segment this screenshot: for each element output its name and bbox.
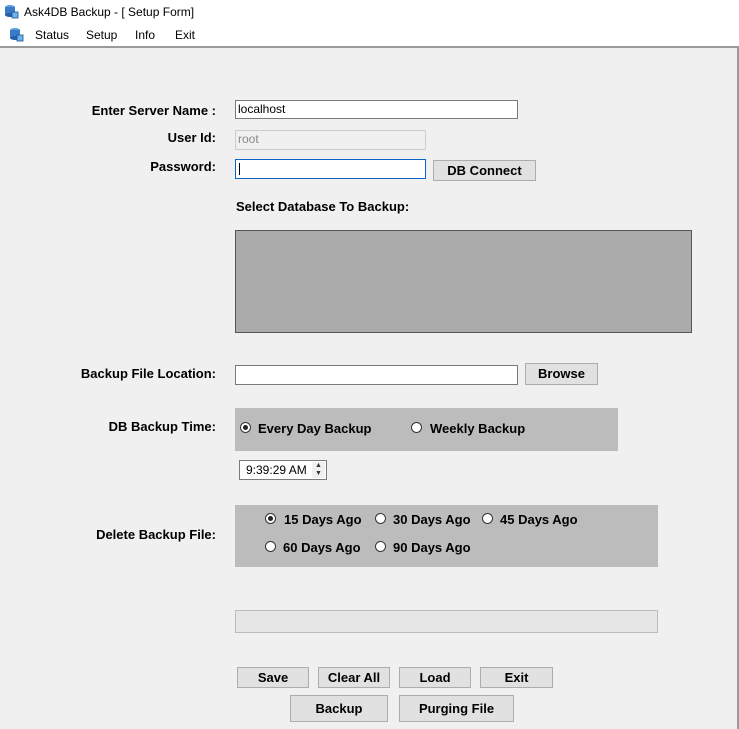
password-label: Password: [150, 159, 216, 174]
delete-15-label[interactable]: 15 Days Ago [284, 512, 362, 527]
delete-30-label[interactable]: 30 Days Ago [393, 512, 471, 527]
backup-location-label: Backup File Location: [80, 366, 216, 381]
delete-backup-label: Delete Backup File: [96, 527, 216, 542]
menu-setup[interactable]: Setup [86, 28, 117, 42]
backup-location-input[interactable] [235, 365, 518, 385]
password-input[interactable] [235, 159, 426, 179]
delete-60-label[interactable]: 60 Days Ago [283, 540, 361, 555]
app-database-icon [4, 4, 19, 19]
weekly-radio[interactable] [411, 422, 422, 433]
window-title: Ask4DB Backup - [ Setup Form] [24, 5, 195, 19]
time-value: 9:39:29 AM [246, 463, 307, 477]
delete-15-radio[interactable] [265, 513, 276, 524]
every-day-radio[interactable] [240, 422, 251, 433]
backup-time-label: DB Backup Time: [108, 419, 216, 434]
exit-button[interactable]: Exit [480, 667, 553, 688]
browse-button[interactable]: Browse [525, 363, 598, 385]
menu-info[interactable]: Info [135, 28, 155, 42]
purging-file-button[interactable]: Purging File [399, 695, 514, 722]
select-database-label: Select Database To Backup: [236, 199, 410, 214]
delete-45-label[interactable]: 45 Days Ago [500, 512, 578, 527]
menu-exit[interactable]: Exit [175, 28, 195, 42]
db-connect-button[interactable]: DB Connect [433, 160, 536, 181]
user-id-label: User Id: [167, 130, 216, 145]
backup-time-picker[interactable]: 9:39:29 AM ▲ ▼ [239, 460, 327, 480]
weekly-label[interactable]: Weekly Backup [430, 421, 525, 436]
server-name-label: Enter Server Name : [91, 103, 216, 118]
delete-90-radio[interactable] [375, 541, 386, 552]
progress-bar [235, 610, 658, 633]
clear-all-button[interactable]: Clear All [318, 667, 390, 688]
backup-button[interactable]: Backup [290, 695, 388, 722]
every-day-label[interactable]: Every Day Backup [258, 421, 371, 436]
menu-separator [0, 46, 739, 48]
delete-60-radio[interactable] [265, 541, 276, 552]
spin-up-icon[interactable]: ▲ [312, 462, 325, 470]
text-caret [239, 163, 240, 175]
delete-90-label[interactable]: 90 Days Ago [393, 540, 471, 555]
user-id-input[interactable]: root [235, 130, 426, 150]
database-listbox[interactable] [235, 230, 692, 333]
menu-status[interactable]: Status [35, 28, 69, 42]
spin-down-icon[interactable]: ▼ [312, 470, 325, 478]
save-button[interactable]: Save [237, 667, 309, 688]
delete-30-radio[interactable] [375, 513, 386, 524]
delete-45-radio[interactable] [482, 513, 493, 524]
menu-database-icon [9, 27, 24, 42]
server-name-input[interactable]: localhost [235, 100, 518, 119]
load-button[interactable]: Load [399, 667, 471, 688]
